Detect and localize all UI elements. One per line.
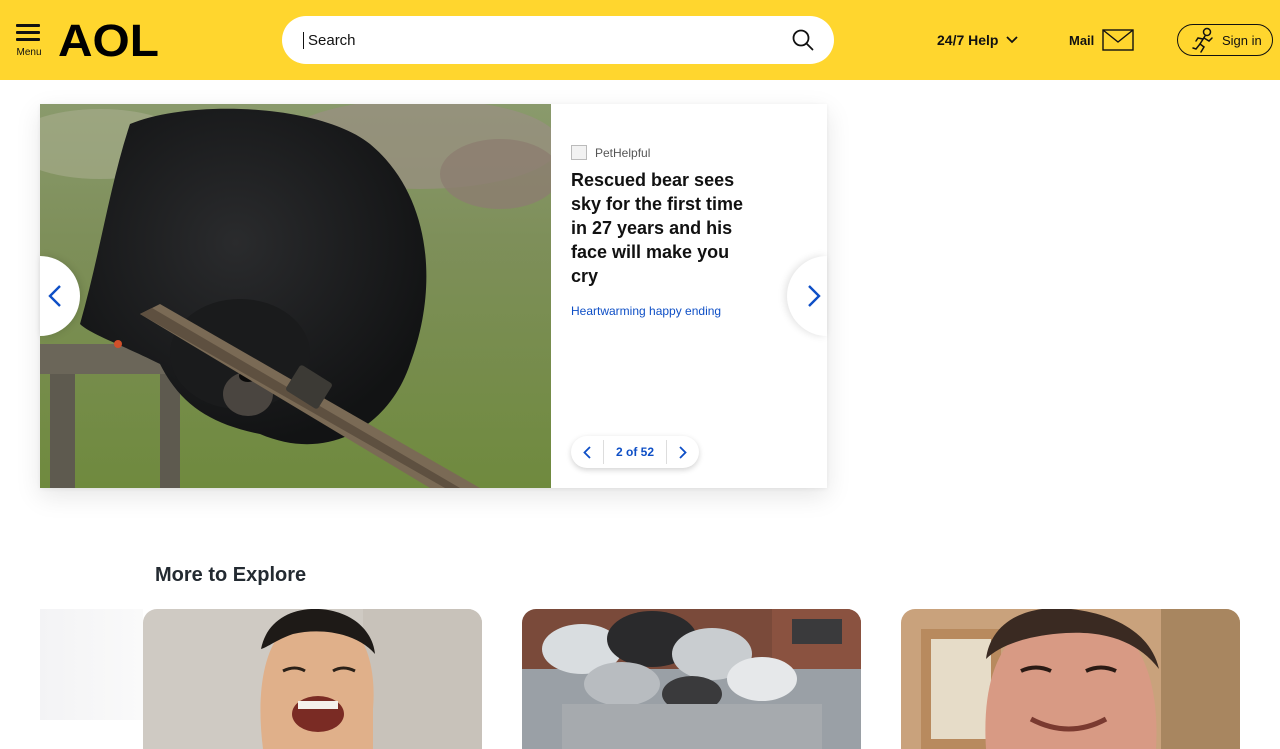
featured-carousel: PetHelpful Rescued bear sees sky for the…	[40, 104, 827, 488]
story-source[interactable]: PetHelpful	[571, 145, 650, 160]
story-panel: PetHelpful Rescued bear sees sky for the…	[571, 104, 821, 488]
carousel-pager: 2 of 52	[571, 436, 699, 468]
story-tagline[interactable]: Heartwarming happy ending	[571, 304, 721, 318]
help-menu[interactable]: 24/7 Help	[937, 30, 1019, 50]
site-header: Menu AOL 24/7 Help Mail Sign in	[0, 0, 1280, 80]
person-icon	[1192, 27, 1213, 53]
chevron-left-icon	[48, 285, 61, 307]
chevron-left-icon	[583, 445, 591, 459]
explore-card-laughing-man[interactable]	[143, 609, 482, 749]
chevron-right-icon	[808, 285, 821, 307]
mail-link[interactable]: Mail	[1069, 27, 1134, 53]
scroll-fade	[40, 609, 143, 720]
envelope-icon	[1102, 29, 1134, 51]
menu-button[interactable]: Menu	[12, 20, 46, 62]
source-logo	[571, 145, 587, 160]
chevron-right-icon	[679, 445, 687, 459]
section-title: More to Explore	[155, 564, 307, 586]
sign-in-button[interactable]: Sign in	[1177, 24, 1273, 56]
aol-logo[interactable]: AOL	[58, 20, 160, 60]
explore-card-office-man[interactable]	[901, 609, 1240, 749]
pager-next-button[interactable]	[667, 436, 699, 468]
hamburger-icon	[16, 24, 40, 42]
pager-count: 2 of 52	[615, 445, 654, 459]
search-input[interactable]	[308, 24, 778, 56]
aol-logo-text: AOL	[58, 20, 159, 60]
help-label: 24/7 Help	[937, 32, 999, 48]
chevron-down-icon	[1006, 36, 1019, 44]
search-box[interactable]	[282, 16, 834, 64]
pager-prev-button[interactable]	[571, 436, 603, 468]
menu-label: Menu	[16, 47, 42, 58]
mail-label: Mail	[1069, 32, 1095, 48]
explore-card-garbage[interactable]	[522, 609, 861, 749]
search-icon[interactable]	[791, 28, 815, 52]
bear-photo[interactable]	[40, 104, 551, 488]
story-headline[interactable]: Rescued bear sees sky for the first time…	[571, 168, 756, 288]
search-caret	[303, 32, 304, 49]
sign-in-label: Sign in	[1222, 32, 1262, 48]
source-name: PetHelpful	[595, 145, 651, 160]
